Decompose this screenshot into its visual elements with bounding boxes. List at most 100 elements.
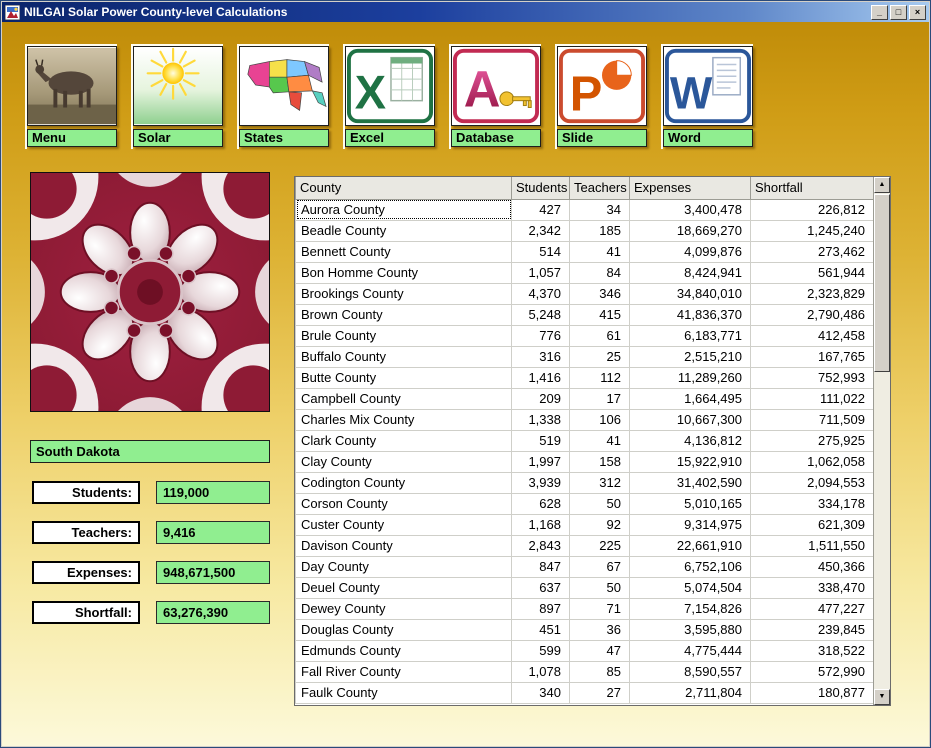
scroll-down-arrow-icon[interactable]: ▼ — [874, 689, 890, 705]
table-row[interactable]: Davison County2,84322522,661,9101,511,55… — [296, 535, 874, 556]
table-header-row: County Students Teachers Expenses Shortf… — [296, 177, 874, 199]
svg-text:P: P — [570, 67, 603, 121]
value-cell: 5,010,165 — [630, 493, 751, 514]
table-row[interactable]: Dewey County897717,154,826477,227 — [296, 598, 874, 619]
us-map-icon — [239, 46, 329, 126]
county-cell: Campbell County — [296, 388, 512, 409]
teachers-value[interactable]: 9,416 — [156, 521, 270, 544]
shortfall-field-row: Shortfall: 63,276,390 — [30, 601, 270, 625]
value-cell: 318,522 — [751, 640, 874, 661]
table-row[interactable]: Charles Mix County1,33810610,667,300711,… — [296, 409, 874, 430]
table-row[interactable]: Deuel County637505,074,504338,470 — [296, 577, 874, 598]
toolbar-button-word[interactable]: W Word — [661, 44, 753, 149]
county-cell: Bennett County — [296, 241, 512, 262]
value-cell: 273,462 — [751, 241, 874, 262]
table-row[interactable]: Fall River County1,078858,590,557572,990 — [296, 661, 874, 682]
value-cell: 111,022 — [751, 388, 874, 409]
column-header-students[interactable]: Students — [512, 177, 570, 199]
students-label: Students: — [32, 481, 140, 504]
value-cell: 4,099,876 — [630, 241, 751, 262]
table-row[interactable]: Faulk County340272,711,804180,877 — [296, 682, 874, 703]
value-cell: 346 — [570, 283, 630, 304]
value-cell: 1,338 — [512, 409, 570, 430]
toolbar-button-slide[interactable]: P Slide — [555, 44, 647, 149]
shortfall-value[interactable]: 63,276,390 — [156, 601, 270, 624]
maximize-button[interactable]: □ — [890, 5, 907, 20]
column-header-expenses[interactable]: Expenses — [630, 177, 751, 199]
table-row[interactable]: Brookings County4,37034634,840,0102,323,… — [296, 283, 874, 304]
toolbar-button-excel[interactable]: X Excel — [343, 44, 435, 149]
table-row[interactable]: Brown County5,24841541,836,3702,790,486 — [296, 304, 874, 325]
value-cell: 412,458 — [751, 325, 874, 346]
table-row[interactable]: Beadle County2,34218518,669,2701,245,240 — [296, 220, 874, 241]
county-cell: Beadle County — [296, 220, 512, 241]
table-row[interactable]: Buffalo County316252,515,210167,765 — [296, 346, 874, 367]
table-row[interactable]: Campbell County209171,664,495111,022 — [296, 388, 874, 409]
value-cell: 3,400,478 — [630, 199, 751, 220]
toolbar-button-menu[interactable]: Menu — [25, 44, 117, 149]
table-scrollbar[interactable]: ▲ ▼ — [873, 177, 890, 705]
toolbar-label-excel: Excel — [345, 129, 435, 147]
column-header-teachers[interactable]: Teachers — [570, 177, 630, 199]
svg-text:X: X — [355, 66, 386, 118]
students-field-row: Students: 119,000 — [30, 481, 270, 505]
county-table-grid: County Students Teachers Expenses Shortf… — [295, 177, 873, 705]
value-cell: 67 — [570, 556, 630, 577]
table-row[interactable]: Day County847676,752,106450,366 — [296, 556, 874, 577]
table-row[interactable]: Brule County776616,183,771412,458 — [296, 325, 874, 346]
svg-text:A: A — [464, 61, 501, 118]
toolbar-label-solar: Solar — [133, 129, 223, 147]
excel-icon: X — [345, 46, 435, 126]
table-row[interactable]: Bennett County514414,099,876273,462 — [296, 241, 874, 262]
value-cell: 711,509 — [751, 409, 874, 430]
county-cell: Corson County — [296, 493, 512, 514]
value-cell: 180,877 — [751, 682, 874, 703]
value-cell: 312 — [570, 472, 630, 493]
table-row[interactable]: Clay County1,99715815,922,9101,062,058 — [296, 451, 874, 472]
value-cell: 71 — [570, 598, 630, 619]
county-cell: Butte County — [296, 367, 512, 388]
value-cell: 36 — [570, 619, 630, 640]
value-cell: 4,775,444 — [630, 640, 751, 661]
value-cell: 427 — [512, 199, 570, 220]
toolbar-button-database[interactable]: A Database — [449, 44, 541, 149]
students-value[interactable]: 119,000 — [156, 481, 270, 504]
county-cell: Fall River County — [296, 661, 512, 682]
value-cell: 338,470 — [751, 577, 874, 598]
value-cell: 1,078 — [512, 661, 570, 682]
column-header-county[interactable]: County — [296, 177, 512, 199]
table-row[interactable]: Aurora County427343,400,478226,812 — [296, 199, 874, 220]
value-cell: 2,843 — [512, 535, 570, 556]
expenses-value[interactable]: 948,671,500 — [156, 561, 270, 584]
value-cell: 561,944 — [751, 262, 874, 283]
scroll-up-arrow-icon[interactable]: ▲ — [874, 177, 890, 193]
value-cell: 637 — [512, 577, 570, 598]
toolbar-label-slide: Slide — [557, 129, 647, 147]
county-cell: Davison County — [296, 535, 512, 556]
table-row[interactable]: Clark County519414,136,812275,925 — [296, 430, 874, 451]
table-row[interactable]: Bon Homme County1,057848,424,941561,944 — [296, 262, 874, 283]
minimize-button[interactable]: _ — [871, 5, 888, 20]
county-cell: Dewey County — [296, 598, 512, 619]
close-button[interactable]: × — [909, 5, 926, 20]
scrollbar-thumb[interactable] — [874, 194, 890, 372]
table-row[interactable]: Edmunds County599474,775,444318,522 — [296, 640, 874, 661]
column-header-shortfall[interactable]: Shortfall — [751, 177, 874, 199]
toolbar-button-solar[interactable]: Solar — [131, 44, 223, 149]
table-row[interactable]: Butte County1,41611211,289,260752,993 — [296, 367, 874, 388]
value-cell: 167,765 — [751, 346, 874, 367]
value-cell: 41,836,370 — [630, 304, 751, 325]
table-row[interactable]: Custer County1,168929,314,975621,309 — [296, 514, 874, 535]
value-cell: 5,248 — [512, 304, 570, 325]
value-cell: 50 — [570, 493, 630, 514]
value-cell: 3,939 — [512, 472, 570, 493]
titlebar[interactable]: NILGAI Solar Power County-level Calculat… — [2, 2, 929, 22]
toolbar-button-states[interactable]: States — [237, 44, 329, 149]
county-cell: Charles Mix County — [296, 409, 512, 430]
table-row[interactable]: Codington County3,93931231,402,5902,094,… — [296, 472, 874, 493]
toolbar: Menu — [25, 44, 753, 149]
table-row[interactable]: Douglas County451363,595,880239,845 — [296, 619, 874, 640]
county-cell: Edmunds County — [296, 640, 512, 661]
app-icon — [5, 5, 20, 20]
table-row[interactable]: Corson County628505,010,165334,178 — [296, 493, 874, 514]
